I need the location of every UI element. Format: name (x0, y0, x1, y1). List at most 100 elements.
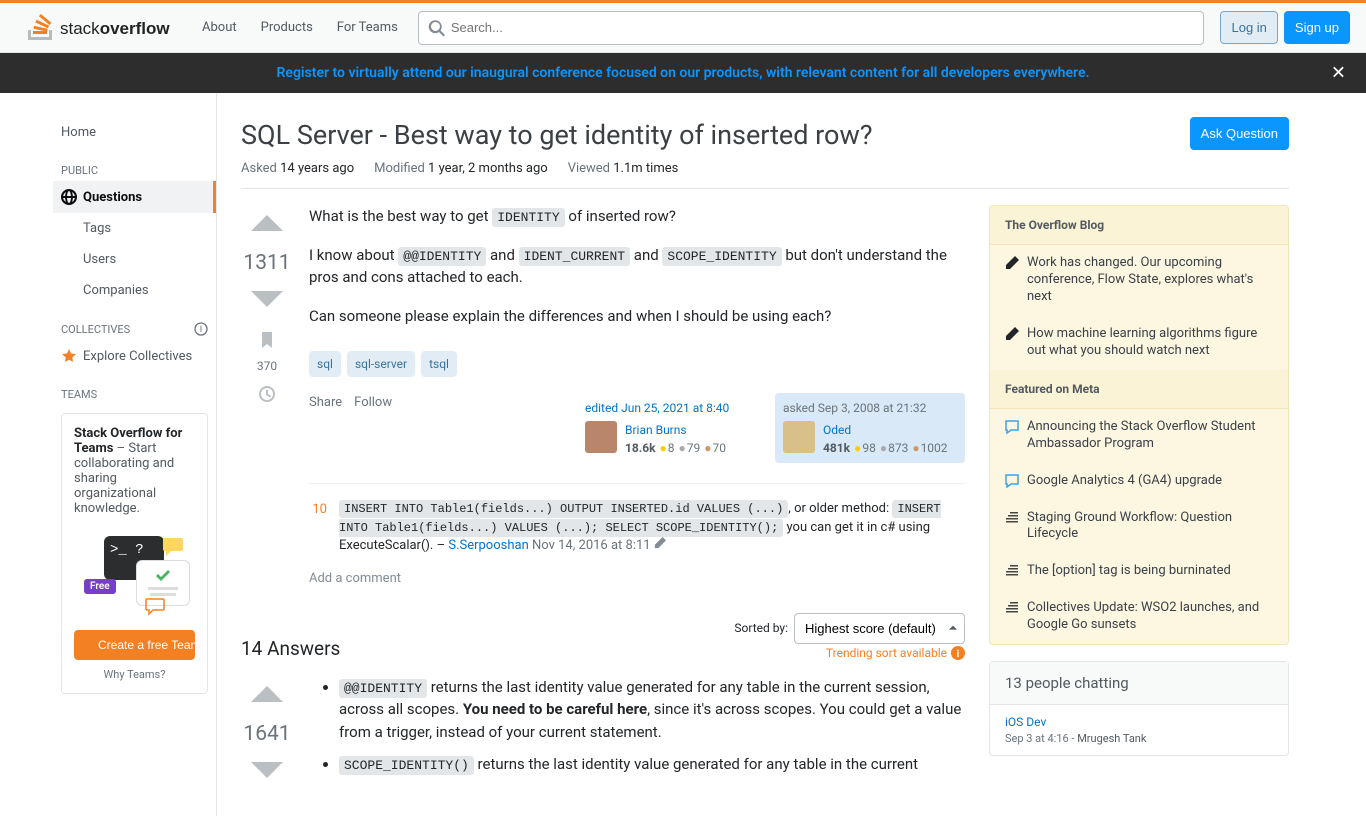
blog-item[interactable]: Work has changed. Our upcoming conferenc… (990, 245, 1288, 316)
main-content: SQL Server - Best way to get identity of… (217, 93, 1313, 816)
chat-room-meta: Sep 3 at 4:16 - Mrugesh Tank (1005, 732, 1146, 745)
vote-count: 1641 (243, 722, 290, 746)
speech-bubble-icon (1005, 474, 1019, 488)
sort-controls: Sorted by: Highest score (default) Trend… (734, 613, 965, 660)
sorted-by-label: Sorted by: (734, 621, 788, 635)
downvote-button[interactable] (249, 752, 285, 792)
svg-text:stackoverflow: stackoverflow (60, 19, 170, 38)
meta-item[interactable]: Staging Ground Workflow: Question Lifecy… (990, 500, 1288, 554)
upvote-button[interactable] (249, 676, 285, 716)
tag-sql-server[interactable]: sql-server (347, 351, 415, 377)
svg-text:i: i (200, 325, 202, 335)
meta-item[interactable]: The [option] tag is being burninated (990, 553, 1288, 590)
chat-room[interactable]: iOS Dev Sep 3 at 4:16 - Mrugesh Tank (990, 705, 1288, 755)
svg-text:i: i (957, 649, 960, 660)
teams-illustration: >_ ? Free (74, 528, 195, 618)
add-comment-link[interactable]: Add a comment (309, 569, 965, 589)
meta-modified[interactable]: Modified 1 year, 2 months ago (374, 161, 548, 176)
blog-item[interactable]: How machine learning algorithms figure o… (990, 316, 1288, 370)
meta-header: Featured on Meta (990, 370, 1288, 409)
question-header: SQL Server - Best way to get identity of… (241, 117, 1289, 153)
answer-post: 1641 @@IDENTITY returns the last identit… (241, 676, 965, 792)
announcement-link[interactable]: Register to virtually attend our inaugur… (277, 65, 1090, 81)
nav-explore-collectives[interactable]: Explore Collectives (53, 340, 216, 372)
question-post: 1311 370 What is the best way to get IDE… (241, 205, 965, 588)
nav-questions-label: Questions (83, 190, 142, 205)
left-sidebar: Home PUBLIC Questions Tags Users Compani… (53, 93, 217, 816)
signup-button[interactable]: Sign up (1284, 11, 1350, 44)
avatar[interactable] (585, 421, 617, 453)
owner-stats: 481k988731002 (823, 439, 948, 457)
ask-question-button[interactable]: Ask Question (1190, 117, 1289, 150)
nav-tags[interactable]: Tags (53, 213, 216, 244)
owner-name[interactable]: Oded (823, 421, 948, 439)
comment: 10 INSERT INTO Table1(fields...) OUTPUT … (309, 494, 965, 561)
avatar[interactable] (783, 421, 815, 453)
comments: 10 INSERT INTO Table1(fields...) OUTPUT … (309, 483, 965, 588)
comment-date[interactable]: Nov 14, 2016 at 8:11 (532, 538, 651, 553)
info-icon[interactable]: i (194, 322, 208, 336)
meta-viewed: Viewed 1.1m times (568, 161, 679, 176)
teams-card-text: Stack Overflow for Teams – Start collabo… (74, 426, 195, 516)
comment-score: 10 (309, 500, 327, 555)
nav-explore-collectives-label: Explore Collectives (83, 349, 192, 364)
editor-card: edited Jun 25, 2021 at 8:40 Brian Burns … (577, 393, 767, 463)
topbar: stackoverflow About Products For Teams L… (0, 3, 1366, 53)
owner-card: asked Sep 3, 2008 at 21:32 Oded 481k9887… (775, 393, 965, 463)
share-link[interactable]: Share (309, 393, 342, 413)
sort-select[interactable]: Highest score (default) (794, 613, 965, 644)
upvote-button[interactable] (249, 205, 285, 245)
auth-buttons: Log in Sign up (1220, 11, 1350, 44)
nav-home[interactable]: Home (53, 117, 216, 148)
tag-sql[interactable]: sql (309, 351, 341, 377)
nav-questions[interactable]: Questions (53, 181, 216, 213)
pencil-icon (654, 537, 666, 549)
answer-body: @@IDENTITY returns the last identity val… (309, 676, 965, 792)
comment-author[interactable]: S.Serpooshan (448, 538, 528, 553)
right-sidebar: The Overflow Blog Work has changed. Our … (989, 205, 1289, 791)
vote-column: 1311 370 (241, 205, 293, 588)
nav-for-teams[interactable]: For Teams (325, 12, 410, 43)
teams-card: Stack Overflow for Teams – Start collabo… (61, 413, 208, 694)
announcement-bar: Register to virtually attend our inaugur… (0, 53, 1366, 93)
tag-tsql[interactable]: tsql (421, 351, 457, 377)
edit-time[interactable]: edited Jun 25, 2021 at 8:40 (585, 399, 759, 417)
list-item: SCOPE_IDENTITY() returns the last identi… (339, 753, 965, 776)
question-title: SQL Server - Best way to get identity of… (241, 117, 873, 153)
stack-icon (1005, 601, 1019, 615)
nav-about[interactable]: About (190, 12, 249, 43)
chat-header[interactable]: 13 people chatting (990, 662, 1288, 705)
trending-sort-link[interactable]: Trending sort available i (826, 646, 965, 660)
timeline-button[interactable] (258, 385, 276, 407)
editor-name[interactable]: Brian Burns (625, 421, 726, 439)
downvote-button[interactable] (249, 281, 285, 321)
comment-body: INSERT INTO Table1(fields...) OUTPUT INS… (339, 500, 965, 555)
bookmark-button[interactable] (258, 331, 276, 353)
logo[interactable]: stackoverflow (16, 13, 190, 43)
editor-stats: 18.6k87970 (625, 439, 726, 457)
follow-link[interactable]: Follow (354, 393, 392, 413)
stackoverflow-logo-icon: stackoverflow (28, 13, 178, 43)
star-icon (61, 348, 77, 364)
nav-products[interactable]: Products (249, 12, 325, 43)
nav-companies[interactable]: Companies (53, 275, 216, 306)
stack-icon (1005, 511, 1019, 525)
meta-item[interactable]: Announcing the Stack Overflow Student Am… (990, 409, 1288, 463)
vote-column: 1641 (241, 676, 293, 792)
nav-users[interactable]: Users (53, 244, 216, 275)
search-input[interactable] (418, 11, 1205, 45)
login-button[interactable]: Log in (1220, 11, 1277, 44)
question-tags: sql sql-server tsql (309, 351, 965, 377)
answers-header: 14 Answers Sorted by: Highest score (def… (241, 613, 965, 660)
why-teams-link[interactable]: Why Teams? (74, 668, 195, 681)
chat-widget: 13 people chatting iOS Dev Sep 3 at 4:16… (989, 661, 1289, 756)
announcement-close-icon[interactable]: ✕ (1331, 63, 1346, 84)
nav-section-collectives: COLLECTIVES i (53, 306, 216, 340)
meta-item[interactable]: Collectives Update: WSO2 launches, and G… (990, 590, 1288, 644)
meta-item[interactable]: Google Analytics 4 (GA4) upgrade (990, 463, 1288, 500)
create-team-button[interactable]: Create a free Team (74, 630, 195, 660)
chat-room-name[interactable]: iOS Dev (1005, 715, 1273, 729)
meta-asked: Asked 14 years ago (241, 161, 354, 176)
code-identity: IDENTITY (492, 208, 564, 227)
question-body: What is the best way to get IDENTITY of … (309, 205, 965, 588)
